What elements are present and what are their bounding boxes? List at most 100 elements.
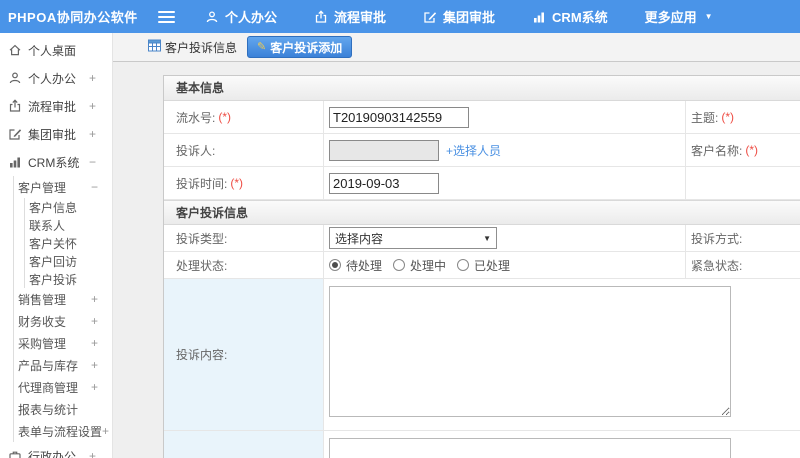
tab-complaint-add[interactable]: ✎ 客户投诉添加 bbox=[247, 36, 353, 58]
customer-name-label: 客户名称: (*) bbox=[685, 134, 800, 166]
expand-icon[interactable]: + bbox=[89, 449, 96, 458]
bar-chart-icon bbox=[532, 10, 546, 24]
urgency-label: 紧急状态: bbox=[685, 252, 800, 278]
sidebar-item-customer-complaint[interactable]: 客户投诉 bbox=[25, 270, 112, 288]
sidebar-item-customer-mgmt[interactable]: 客户管理 − bbox=[14, 176, 112, 198]
sidebar-item-admin-office[interactable]: 行政办公 + bbox=[0, 442, 112, 458]
topnav-more-apps[interactable]: 更多应用 ▼ bbox=[645, 7, 713, 26]
complaint-time-label: 投诉时间: (*) bbox=[176, 176, 244, 191]
approval-edit-icon bbox=[8, 127, 22, 141]
customer-mgmt-submenu: 客户信息 联系人 客户关怀 客户回访 客户投诉 bbox=[24, 198, 112, 288]
radio-processing[interactable] bbox=[393, 259, 406, 271]
complainant-input bbox=[329, 139, 439, 161]
next-field-textarea[interactable] bbox=[329, 438, 731, 458]
form-row-complaint-type: 投诉类型: 选择内容 ▼ 投诉方式: bbox=[164, 225, 800, 252]
sidebar-item-contacts[interactable]: 联系人 bbox=[25, 216, 112, 234]
required-mark: (*) bbox=[230, 176, 244, 190]
collapse-icon[interactable]: − bbox=[89, 155, 96, 169]
sidebar-item-purchasing[interactable]: 采购管理 + bbox=[14, 332, 112, 354]
sidebar-item-label: 个人桌面 bbox=[28, 43, 77, 58]
serial-input[interactable] bbox=[329, 106, 469, 128]
tab-label: 客户投诉信息 bbox=[165, 40, 238, 55]
hamburger-menu-icon[interactable] bbox=[158, 10, 175, 23]
expand-icon[interactable]: + bbox=[91, 292, 98, 306]
expand-icon[interactable]: + bbox=[89, 71, 96, 85]
sidebar-item-reports-stats[interactable]: 报表与统计 bbox=[14, 398, 112, 420]
tab-label: 客户投诉添加 bbox=[270, 40, 343, 55]
content-area: 基本信息 流水号: (*) 主题: (*) bbox=[113, 62, 800, 458]
form-row-complaint-time: 投诉时间: (*) bbox=[164, 167, 800, 200]
radio-processed[interactable] bbox=[457, 259, 470, 271]
topnav-personal-office[interactable]: 个人办公 bbox=[205, 7, 277, 26]
empty-cell bbox=[685, 167, 800, 199]
topnav-crm-system[interactable]: CRM系统 bbox=[532, 7, 608, 26]
sidebar-item-customer-callback[interactable]: 客户回访 bbox=[25, 252, 112, 270]
form-row-complaint-content: 投诉内容: bbox=[164, 279, 800, 431]
sidebar-item-customer-care[interactable]: 客户关怀 bbox=[25, 234, 112, 252]
crm-submenu: 客户管理 − 客户信息 联系人 客户关怀 客户回访 客户投诉 销售管理 + 财务… bbox=[13, 176, 112, 442]
collapse-icon[interactable]: − bbox=[91, 180, 98, 194]
complaint-method-label: 投诉方式: bbox=[685, 225, 800, 251]
sidebar-item-personal-desktop[interactable]: 个人桌面 bbox=[0, 36, 112, 64]
complaint-form-panel: 基本信息 流水号: (*) 主题: (*) bbox=[163, 75, 800, 458]
sidebar-item-sales-mgmt[interactable]: 销售管理 + bbox=[14, 288, 112, 310]
sidebar: 个人桌面 个人办公 + 流程审批 + 集团审批 + CRM系统 − 客户管理 −… bbox=[0, 33, 113, 458]
caret-down-icon: ▼ bbox=[704, 12, 713, 21]
expand-icon[interactable]: + bbox=[91, 314, 98, 328]
tab-complaint-list[interactable]: 客户投诉信息 bbox=[148, 39, 237, 56]
expand-icon[interactable]: + bbox=[102, 424, 109, 438]
sidebar-item-label: 集团审批 bbox=[28, 127, 77, 142]
top-bar: PHPOA协同办公软件 个人办公 流程审批 集团审批 CRM系统 更多应用 ▼ bbox=[0, 0, 800, 33]
complainant-label: 投诉人: bbox=[176, 143, 216, 158]
expand-icon[interactable]: + bbox=[89, 99, 96, 113]
pencil-icon: ✎ bbox=[257, 40, 267, 53]
user-icon bbox=[205, 10, 219, 24]
radio-pending[interactable] bbox=[329, 259, 341, 271]
next-field-label bbox=[164, 431, 323, 458]
complaint-type-select[interactable]: 选择内容 ▼ bbox=[329, 227, 497, 249]
sidebar-item-form-flow-settings[interactable]: 表单与流程设置 + bbox=[14, 420, 112, 442]
topnav-group-approval[interactable]: 集团审批 bbox=[423, 7, 495, 26]
process-status-label: 处理状态: bbox=[176, 258, 228, 273]
sidebar-item-finance[interactable]: 财务收支 + bbox=[14, 310, 112, 332]
sidebar-item-customer-info[interactable]: 客户信息 bbox=[25, 198, 112, 216]
topnav-label: 更多应用 bbox=[644, 10, 697, 25]
complaint-time-input[interactable] bbox=[329, 172, 439, 194]
sidebar-item-label: 个人办公 bbox=[28, 71, 77, 86]
section-header-complaint-info: 客户投诉信息 bbox=[164, 200, 800, 225]
table-grid-icon bbox=[148, 39, 161, 55]
app-logo: PHPOA协同办公软件 bbox=[8, 10, 138, 25]
complaint-type-label: 投诉类型: bbox=[176, 231, 228, 246]
form-row-complainant: 投诉人: +选择人员 客户名称: (*) bbox=[164, 134, 800, 167]
home-icon bbox=[8, 43, 22, 57]
topnav-workflow-approval[interactable]: 流程审批 bbox=[314, 7, 386, 26]
user-icon bbox=[8, 71, 22, 85]
top-nav: 个人办公 流程审批 集团审批 CRM系统 更多应用 ▼ bbox=[205, 7, 713, 26]
required-mark: (*) bbox=[721, 110, 735, 124]
expand-icon[interactable]: + bbox=[91, 380, 98, 394]
sidebar-item-products-inventory[interactable]: 产品与库存 + bbox=[14, 354, 112, 376]
approval-edit-icon bbox=[423, 10, 437, 24]
serial-label: 流水号: (*) bbox=[176, 110, 232, 125]
sidebar-item-group-approval[interactable]: 集团审批 + bbox=[0, 120, 112, 148]
briefcase-icon bbox=[8, 449, 22, 458]
sidebar-item-crm-system[interactable]: CRM系统 − bbox=[0, 148, 112, 176]
select-personnel-link[interactable]: +选择人员 bbox=[446, 142, 501, 159]
expand-icon[interactable]: + bbox=[91, 358, 98, 372]
form-row-process-status: 处理状态: 待处理 处理中 已处理 紧急状态: bbox=[164, 252, 800, 279]
subject-label: 主题: (*) bbox=[685, 101, 800, 133]
complaint-content-textarea[interactable] bbox=[329, 286, 731, 417]
sidebar-item-agents-mgmt[interactable]: 代理商管理 + bbox=[14, 376, 112, 398]
form-row-next bbox=[164, 431, 800, 458]
workflow-icon bbox=[8, 99, 22, 113]
process-status-radios: 待处理 处理中 已处理 bbox=[329, 257, 516, 274]
workflow-icon bbox=[314, 9, 328, 24]
expand-icon[interactable]: + bbox=[91, 336, 98, 350]
expand-icon[interactable]: + bbox=[89, 127, 96, 141]
sidebar-item-workflow-approval[interactable]: 流程审批 + bbox=[0, 92, 112, 120]
caret-down-icon: ▼ bbox=[483, 233, 491, 243]
main-area: 客户投诉信息 ✎ 客户投诉添加 基本信息 流水号: (*) T201909031… bbox=[113, 33, 800, 458]
required-mark: (*) bbox=[745, 143, 759, 157]
sidebar-item-personal-office[interactable]: 个人办公 + bbox=[0, 64, 112, 92]
topnav-label: CRM系统 bbox=[552, 10, 608, 25]
